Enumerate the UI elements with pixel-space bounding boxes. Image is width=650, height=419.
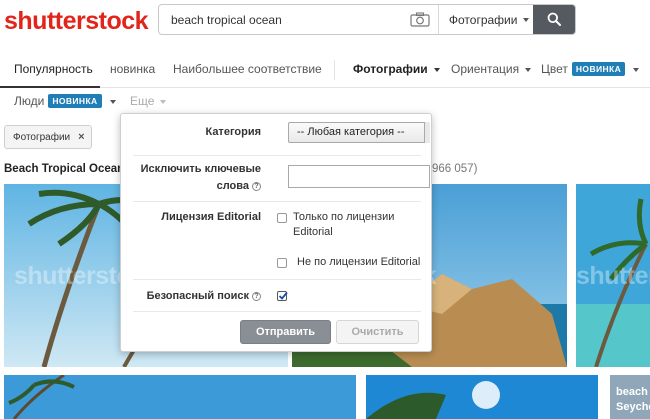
image-thumbnail[interactable] — [366, 375, 598, 419]
more-filters-panel: Категория -- Любая категория -- Исключит… — [120, 113, 432, 352]
image-caption: Seyche — [616, 401, 650, 413]
category-label: Категория — [205, 126, 261, 138]
category-row: Категория -- Любая категория -- — [133, 114, 430, 156]
category-select[interactable]: -- Любая категория -- — [288, 122, 430, 143]
results-title: Beach Tropical Ocean — [4, 163, 125, 175]
editorial-not-checkbox[interactable] — [277, 258, 287, 268]
active-sort-underline — [0, 86, 100, 88]
image-thumbnail[interactable]: beach Seyche — [610, 375, 650, 419]
exclude-keywords-label: Исключить ключевые — [140, 163, 261, 175]
safe-search-checkbox[interactable] — [277, 291, 288, 301]
exclude-keywords-input[interactable] — [288, 165, 430, 188]
new-badge: НОВИНКА — [48, 94, 102, 108]
exclude-keywords-row: Исключить ключевые слова? — [133, 156, 430, 202]
search-bar: Фотографии — [158, 4, 576, 35]
filter-more[interactable]: Еще — [130, 93, 167, 109]
sort-relevant[interactable]: Наибольшее соответствие — [173, 61, 322, 77]
exclude-keywords-label-word: слова — [216, 180, 249, 192]
filter-color-label: Цвет — [541, 62, 568, 76]
select-arrow-icon — [424, 122, 430, 143]
category-select-value: -- Любая категория -- — [297, 126, 405, 138]
search-type-label: Фотографии — [448, 12, 518, 27]
editorial-only-label: Только по лицензии — [293, 211, 395, 223]
chevron-down-icon — [633, 67, 640, 72]
filter-image-type[interactable]: Фотографии — [353, 61, 440, 77]
editorial-not-label: Не по лицензии Editorial — [297, 256, 421, 268]
image-thumbnail[interactable] — [4, 375, 356, 419]
results-count: 966 057) — [432, 163, 478, 175]
chevron-down-icon — [433, 67, 440, 72]
camera-icon[interactable] — [408, 11, 432, 29]
chip-label: Фотографии — [13, 131, 71, 143]
safe-search-label-text: Безопасный поиск — [146, 290, 249, 302]
search-type-dropdown[interactable]: Фотографии — [439, 5, 533, 34]
close-icon[interactable]: × — [78, 131, 84, 143]
checkmark-icon — [278, 291, 288, 300]
submit-button[interactable]: Отправить — [240, 320, 331, 344]
filter-people-label: Люди — [14, 94, 45, 108]
sort-new[interactable]: новинка — [110, 61, 155, 77]
help-icon[interactable]: ? — [252, 182, 261, 191]
image-thumbnail[interactable]: shutterstock — [576, 184, 650, 367]
editorial-only-label-2: Editorial — [293, 226, 333, 238]
filter-more-label: Еще — [130, 94, 155, 108]
chevron-down-icon — [160, 99, 167, 104]
image-caption: beach — [616, 386, 648, 398]
filter-orientation-label: Ориентация — [451, 62, 520, 76]
chevron-down-icon — [525, 67, 532, 72]
clear-button[interactable]: Очистить — [336, 320, 419, 344]
sort-filter-bar: Популярность новинка Наибольшее соответс… — [0, 52, 650, 88]
sort-popular[interactable]: Популярность — [14, 61, 93, 77]
filter-image-type-label: Фотографии — [353, 62, 428, 76]
search-button[interactable] — [532, 5, 575, 34]
search-icon — [548, 12, 562, 26]
chevron-down-icon — [523, 17, 530, 22]
editorial-license-row: Лицензия Editorial Только по лицензии Ed… — [133, 202, 421, 280]
filter-people[interactable]: Люди НОВИНКА — [14, 93, 116, 109]
filter-orientation[interactable]: Ориентация — [451, 61, 532, 77]
shutterstock-logo[interactable]: shutterstock — [4, 7, 149, 35]
active-filter-chip: Фотографии × — [4, 125, 92, 149]
safe-search-row: Безопасный поиск? — [133, 280, 421, 312]
sortbar-divider — [334, 60, 335, 80]
new-badge: НОВИНКА — [571, 62, 626, 76]
filter-color[interactable]: Цвет НОВИНКА — [541, 61, 640, 77]
help-icon[interactable]: ? — [252, 292, 261, 301]
watermark: shutterstock — [576, 262, 650, 290]
safe-search-label: Безопасный поиск? — [147, 288, 261, 304]
exclude-keywords-label-2: слова? — [217, 178, 261, 194]
chevron-down-icon — [109, 99, 116, 104]
search-input[interactable] — [159, 5, 403, 34]
editorial-license-label: Лицензия Editorial — [161, 211, 261, 223]
editorial-only-checkbox[interactable] — [277, 213, 287, 223]
